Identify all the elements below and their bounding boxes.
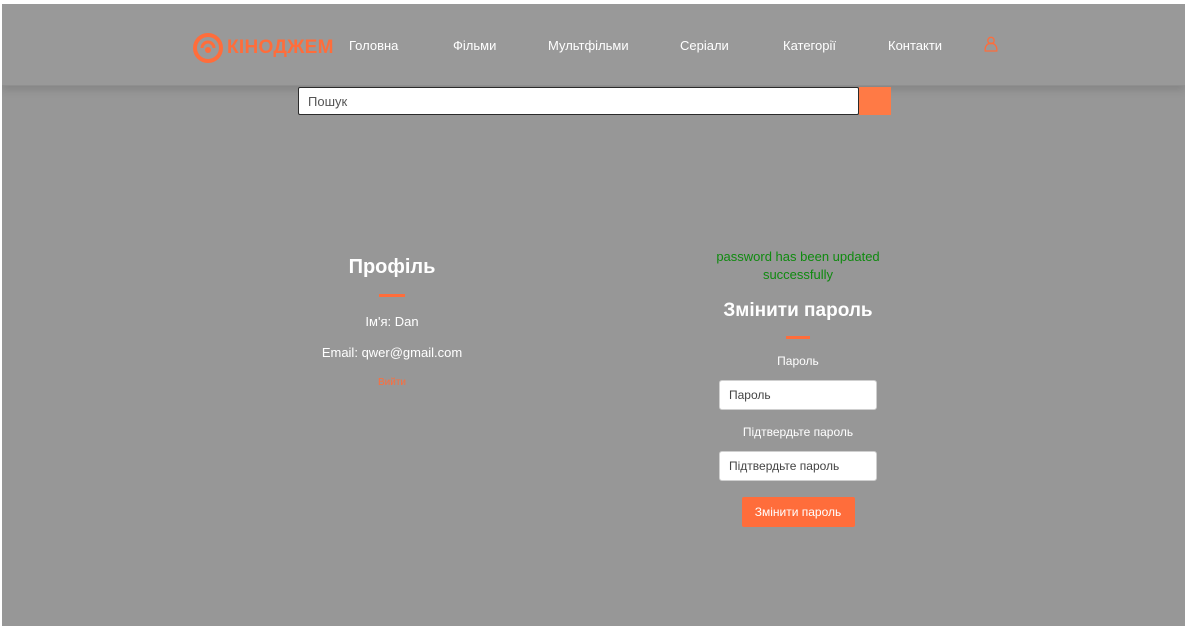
change-password-section: password has been updated successfully З… (707, 248, 889, 527)
success-message: password has been updated successfully (716, 249, 880, 282)
search-input[interactable] (298, 87, 859, 115)
change-password-title: Змінити пароль (723, 300, 873, 321)
password-field[interactable] (719, 380, 877, 410)
nav-item-films[interactable]: Фільми (453, 38, 496, 53)
change-password-underline (786, 336, 810, 339)
profile-title: Профіль (348, 256, 436, 278)
logo-mark-icon (193, 33, 223, 63)
nav-item-categories[interactable]: Категорії (783, 38, 836, 53)
confirm-password-field[interactable] (719, 451, 877, 481)
profile-name-label: Ім'я: (365, 314, 392, 329)
search-bar (298, 87, 891, 115)
nav-item-cartoons[interactable]: Мультфільми (548, 38, 629, 53)
logout-link[interactable]: Вийти (292, 377, 492, 388)
user-icon[interactable] (984, 36, 998, 52)
confirm-password-label: Підтвердьте пароль (742, 425, 854, 439)
profile-title-underline (379, 294, 405, 297)
profile-email-value: qwer@gmail.com (361, 345, 463, 360)
profile-email-row: Email: qwer@gmail.com (292, 345, 492, 361)
nav-item-series[interactable]: Серіали (680, 38, 729, 53)
password-label: Пароль (777, 354, 819, 368)
profile-email-label: Email: (321, 345, 358, 360)
search-button[interactable] (859, 87, 891, 115)
page: КІНОДЖЕМ Головна Фільми Мультфільми Сері… (2, 4, 1185, 626)
profile-name-row: Ім'я: Dan (292, 314, 492, 330)
nav-item-home[interactable]: Головна (349, 38, 398, 53)
logo-text: КІНОДЖЕМ (227, 37, 334, 58)
logo[interactable]: КІНОДЖЕМ (193, 33, 334, 63)
profile-name-value: Dan (394, 314, 419, 329)
site-header: КІНОДЖЕМ Головна Фільми Мультфільми Сері… (2, 4, 1185, 86)
nav-item-contacts[interactable]: Контакти (888, 38, 942, 53)
profile-section: Профіль Ім'я: Dan Email: qwer@gmail.com … (292, 252, 492, 388)
change-password-button[interactable]: Змінити пароль (741, 497, 855, 527)
